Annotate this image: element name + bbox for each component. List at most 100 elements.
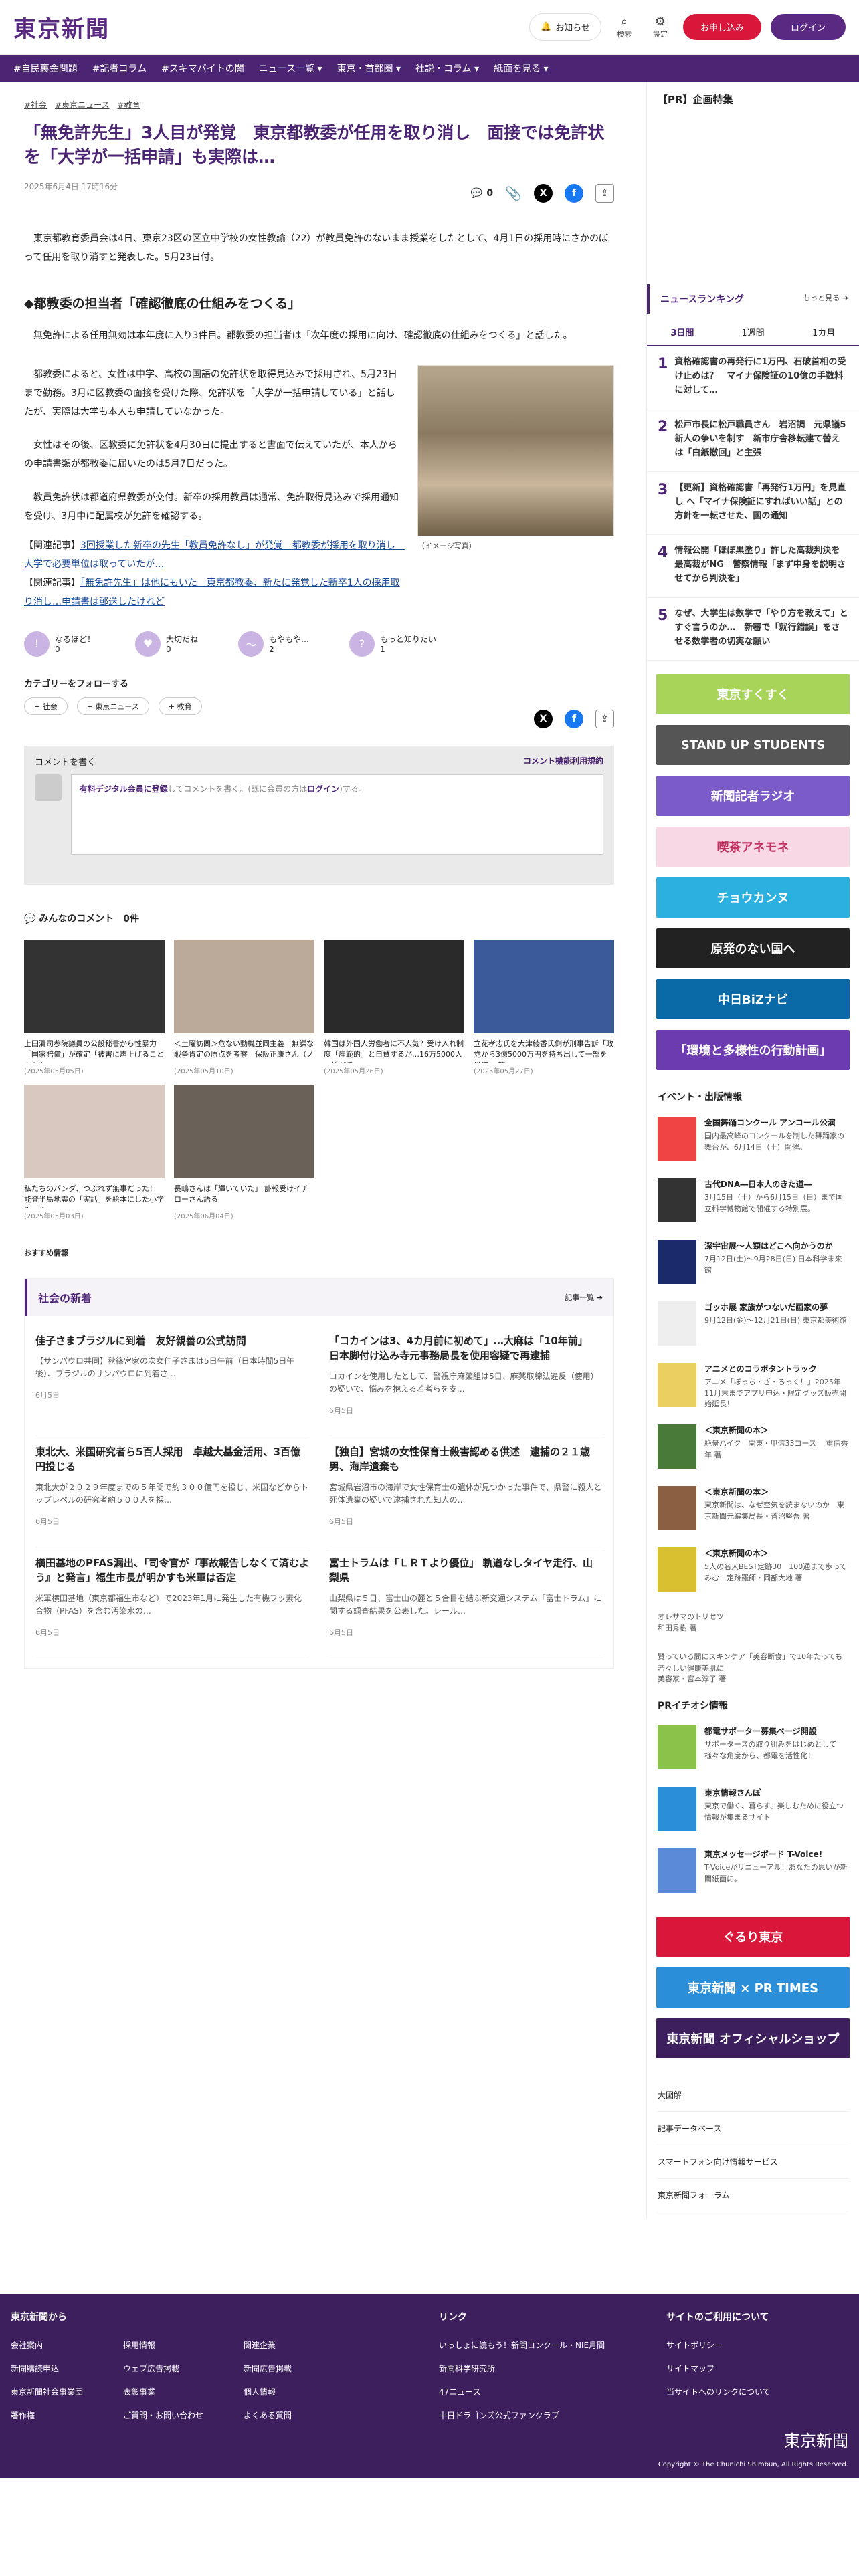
nav-item[interactable]: 紙面を見る ▾ <box>494 62 548 75</box>
reaction-button[interactable]: ♥ 大切だね 0 <box>135 631 198 657</box>
reaction-button[interactable]: ? もっと知りたい 1 <box>349 631 436 657</box>
x-share-icon[interactable]: X <box>534 183 553 203</box>
footer-link[interactable]: 著作権 <box>11 2409 83 2421</box>
tab-3days[interactable]: 3日間 <box>647 319 718 345</box>
footer-link[interactable]: 47ニュース <box>439 2386 640 2397</box>
footer-link[interactable]: 新聞購読申込 <box>11 2363 83 2374</box>
event-item[interactable]: ゴッホ展 家族がつないだ画家の夢 9月12日(金)〜12月21日(日) 東京都美術… <box>647 1295 859 1356</box>
card-thumbnail[interactable] <box>24 939 165 1033</box>
ranking-item[interactable]: 4 情報公開「ほぼ黒塗り」許した高裁判決を最高裁がNG 警察情報「まず中身を説明さ… <box>647 535 859 598</box>
tab-1week[interactable]: 1週間 <box>718 319 789 345</box>
reaction-button[interactable]: ～ もやもや… 2 <box>238 631 309 657</box>
tag-link[interactable]: #東京ニュース <box>55 99 109 110</box>
pr-item[interactable]: 都電サポーター募集ページ開設 サポーターズの取り組みをはじめとして様々な角度から、… <box>647 1719 859 1780</box>
category-follow-button[interactable]: + 社会 <box>24 697 68 715</box>
footer-link[interactable]: 中日ドラゴンズ公式ファンクラブ <box>439 2409 640 2421</box>
footer-link[interactable]: 会社案内 <box>11 2339 83 2351</box>
side-banner[interactable]: 「環境と多様性の行動計画」 <box>656 1030 850 1070</box>
side-banner[interactable]: 新聞記者ラジオ <box>656 776 850 816</box>
card-thumbnail[interactable] <box>174 1084 314 1178</box>
comment-card[interactable]: 立花孝志氏を大津綾香氏側が刑事告訴「政党から3億5000万円を持ち出して一部を横… <box>474 939 614 1075</box>
footer-logo[interactable]: 東京新聞 <box>784 2428 848 2451</box>
ranking-item[interactable]: 5 なぜ、大学生は数学で「やり方を教えて」とすぐ言うのか… 新審で「就行錯誤」をさ… <box>647 598 859 661</box>
side-banner[interactable]: チョウカンヌ <box>656 877 850 918</box>
footer-link[interactable]: サイトポリシー <box>666 2339 771 2351</box>
related-link[interactable]: 「無免許先生」は他にもいた 東京都教委、新たに発覚した新卒1人の採用取り消し…申… <box>24 578 400 607</box>
search-button[interactable]: ⌕ 検索 <box>611 15 638 39</box>
pr-banner[interactable]: 東京新聞 × PR TIMES <box>656 1967 850 2008</box>
notification-button[interactable]: 🔔 お知らせ <box>529 13 601 41</box>
pr-banner[interactable]: ぐるり東京 <box>656 1917 850 1957</box>
category-follow-button[interactable]: + 教育 <box>158 697 202 715</box>
ranking-more-link[interactable]: もっと見る ➔ <box>803 292 848 306</box>
event-item[interactable]: 全国舞踊コンクール アンコール公演 国内最高峰のコンクールを制した舞踊家の舞台が、… <box>647 1110 859 1172</box>
side-banner[interactable]: 原発のない国へ <box>656 928 850 968</box>
related-link[interactable]: 3回授業した新卒の先生「教員免許なし」が発覚 都教委が採用を取り消し 大学で必要… <box>24 540 405 570</box>
card-thumbnail[interactable] <box>324 939 464 1033</box>
side-link[interactable]: 記事データベース <box>658 2112 848 2145</box>
register-link[interactable]: 有料デジタル会員に登録 <box>80 784 168 794</box>
share-icon[interactable]: ⇪ <box>595 709 614 728</box>
footer-link[interactable]: ウェブ広告掲載 <box>123 2363 203 2374</box>
comment-card[interactable]: 長嶋さんは「輝いていた」 訃報受けイチローさん語る (2025年06月04日) <box>174 1084 314 1220</box>
pr-banner[interactable]: 東京新聞 オフィシャルショップ <box>656 2018 850 2058</box>
pr-item[interactable]: 東京情報さんぽ 東京で働く、暮らす、楽しむために役立つ情報が集まるサイト <box>647 1780 859 1842</box>
side-banner[interactable]: STAND UP STUDENTS <box>656 725 850 765</box>
event-item[interactable]: アニメとのコラボタントラック アニメ「ぼっち・ざ・ろっく！」2025年11月末まで… <box>647 1356 859 1418</box>
nav-item[interactable]: #スキマバイトの闇 <box>161 62 244 75</box>
comment-count[interactable]: 💬 0 <box>471 188 493 199</box>
event-item[interactable]: ＜東京新聞の本＞ 東京新聞は、なぜ空気を読まないのか 東京新聞元編集局長・菅沼堅吾… <box>647 1479 859 1541</box>
card-thumbnail[interactable] <box>24 1084 165 1178</box>
pr-item[interactable]: 東京メッセージボード T-Voice! T-Voiceがリニューアル！あなたの思い… <box>647 1842 859 1903</box>
classroom-image[interactable] <box>417 364 614 536</box>
footer-link[interactable]: ご質問・お問い合わせ <box>123 2409 203 2421</box>
nav-item[interactable]: #自民裏金問題 <box>13 62 78 75</box>
ranking-item[interactable]: 3 【更新】資格確認書「再発行1万円」を見直し へ「マイナ保険証にすればいい話」と… <box>647 472 859 535</box>
side-link[interactable]: スマートフォン向け情報サービス <box>658 2145 848 2179</box>
settings-button[interactable]: ⚙ 設定 <box>647 15 674 39</box>
comment-card[interactable]: ＜土曜訪問＞危ない動機並岡主義 無謀な戦争肯定の原点を考察 保阪正康さん（ノンフ… <box>174 939 314 1075</box>
news-item[interactable]: 東北大、米国研究者ら5百人採用 卓越大基金活用、3百億円投じる 東北大が２０２９年… <box>35 1436 309 1547</box>
subscribe-button[interactable]: お申し込み <box>682 14 761 40</box>
event-item[interactable]: ＜東京新聞の本＞ 5人の名人BEST定跡30 100通まで歩ってみむ 定跡羅師・岡… <box>647 1541 859 1602</box>
side-banner[interactable]: 東京すくすく <box>656 674 850 714</box>
comment-terms-link[interactable]: コメント機能利用規約 <box>523 755 603 768</box>
nav-item[interactable]: ニュース一覧 ▾ <box>259 62 322 75</box>
ranking-item[interactable]: 2 松戸市長に松戸職員さん 岩沼調 元県議5新人の争いを制す 新市庁舎移転建て替え… <box>647 409 859 472</box>
tab-1month[interactable]: 1カ月 <box>788 319 859 345</box>
tag-link[interactable]: #社会 <box>24 99 47 110</box>
comment-card[interactable]: 私たちのパンダ、つぶれず無事だった！ 能登半島地震の「実話」を絵本にした小学生 … <box>24 1084 165 1220</box>
card-thumbnail[interactable] <box>474 939 614 1033</box>
news-item[interactable]: 富士トラムは「ＬＲＴより優位」 軌道なしタイヤ走行、山梨県 山梨県は５日、富士山の… <box>329 1547 603 1658</box>
x-share-icon[interactable]: X <box>534 709 553 728</box>
footer-link[interactable]: 採用情報 <box>123 2339 203 2351</box>
tag-link[interactable]: #教育 <box>118 99 140 110</box>
side-link[interactable]: 大図解 <box>658 2078 848 2112</box>
footer-link[interactable]: 新聞広告掲載 <box>244 2363 292 2374</box>
comment-card[interactable]: 上田清司参院議員の公設秘書から性暴力「国家賠償」が確定「被害に声上げることからも… <box>24 939 165 1075</box>
news-item[interactable]: 佳子さまブラジルに到着 友好親善の公式訪問 【サンパウロ共同】秋篠宮家の次女佳子さ… <box>35 1325 309 1436</box>
event-item[interactable]: ＜東京新聞の本＞ 絶景ハイク 関東・甲信33コース 重信秀年 著 <box>647 1418 859 1479</box>
login-button[interactable]: ログイン <box>770 14 846 40</box>
side-banner[interactable]: 中日BiZナビ <box>656 979 850 1019</box>
event-item[interactable]: オレサマのトリセツ 和田秀樹 著 <box>647 1602 859 1642</box>
share-icon[interactable]: ⇪ <box>595 183 614 203</box>
facebook-share-icon[interactable]: f <box>565 183 583 203</box>
clip-icon[interactable]: 📎 <box>505 185 522 201</box>
category-follow-button[interactable]: + 東京ニュース <box>76 697 149 715</box>
comment-input[interactable]: 有料デジタル会員に登録してコメントを書く。(既に会員の方はログイン)する。 <box>71 774 603 855</box>
footer-link[interactable]: いっしょに読もう！新聞コンクール・NIE月間 <box>439 2339 640 2351</box>
news-item[interactable]: 横田基地のPFAS漏出、「司令官が『事故報告しなくて済むよう』と発言」福生市長が… <box>35 1547 309 1658</box>
footer-link[interactable]: 当サイトへのリンクについて <box>666 2386 771 2397</box>
event-item[interactable]: 深宇宙展〜人類はどこへ向かうのか 7月12日(土)〜9月28日(日) 日本科学未来… <box>647 1233 859 1295</box>
news-item[interactable]: 「コカインは3、4カ月前に初めて」…大麻は「10年前」 日本脚付け込み寺元事務局… <box>329 1325 603 1436</box>
card-thumbnail[interactable] <box>174 939 314 1033</box>
side-link[interactable]: 東京新聞フォーラム <box>658 2179 848 2212</box>
footer-link[interactable]: 新聞科学研究所 <box>439 2363 640 2374</box>
site-logo[interactable]: 東京新聞 <box>13 11 110 43</box>
event-item[interactable]: 古代DNA―日本人のきた道― 3月15日（土）から6月15日（日）まで国立科学博物… <box>647 1172 859 1233</box>
footer-link[interactable]: よくある質問 <box>244 2409 292 2421</box>
news-item[interactable]: 【独自】宮城の女性保育士殺害認める供述 逮捕の２１歳男、海岸遺棄も 宮城県岩沼市の… <box>329 1436 603 1547</box>
footer-link[interactable]: 表彰事業 <box>123 2386 203 2397</box>
footer-link[interactable]: 関連企業 <box>244 2339 292 2351</box>
